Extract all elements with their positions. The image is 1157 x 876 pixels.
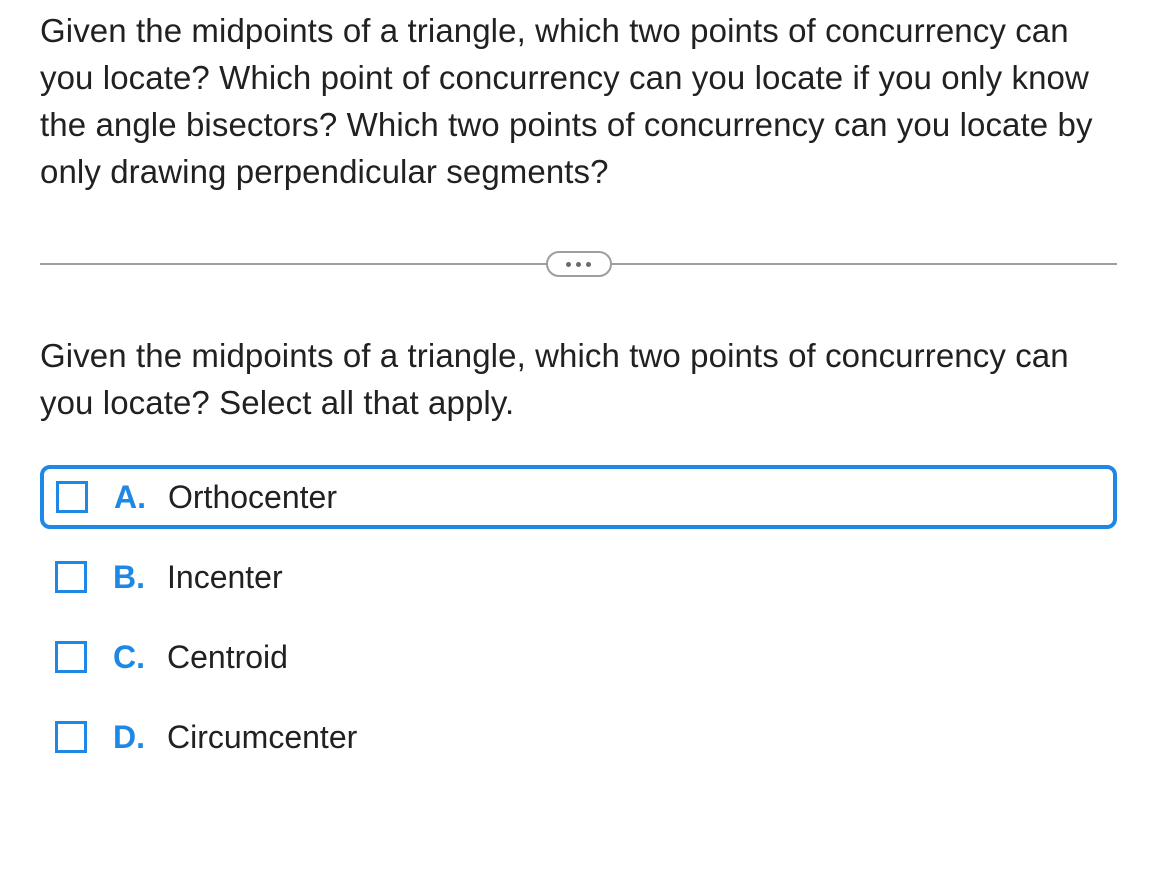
option-a[interactable]: A. Orthocenter	[40, 465, 1117, 529]
option-text: Incenter	[167, 559, 283, 596]
option-text: Centroid	[167, 639, 288, 676]
option-letter: C.	[113, 639, 167, 676]
sub-question-text: Given the midpoints of a triangle, which…	[40, 333, 1117, 427]
option-b[interactable]: B. Incenter	[40, 545, 1117, 609]
ellipsis-icon	[566, 262, 571, 267]
option-text: Orthocenter	[168, 479, 337, 516]
expand-toggle-button[interactable]	[546, 251, 612, 277]
option-d[interactable]: D. Circumcenter	[40, 705, 1117, 769]
option-letter: A.	[114, 479, 168, 516]
ellipsis-icon	[586, 262, 591, 267]
separator	[40, 251, 1117, 277]
option-letter: B.	[113, 559, 167, 596]
options-list: A. Orthocenter B. Incenter C. Centroid D…	[40, 465, 1117, 769]
checkbox-b[interactable]	[55, 561, 87, 593]
checkbox-a[interactable]	[56, 481, 88, 513]
checkbox-d[interactable]	[55, 721, 87, 753]
option-letter: D.	[113, 719, 167, 756]
ellipsis-icon	[576, 262, 581, 267]
option-text: Circumcenter	[167, 719, 357, 756]
option-c[interactable]: C. Centroid	[40, 625, 1117, 689]
question-intro-text: Given the midpoints of a triangle, which…	[40, 8, 1117, 195]
checkbox-c[interactable]	[55, 641, 87, 673]
